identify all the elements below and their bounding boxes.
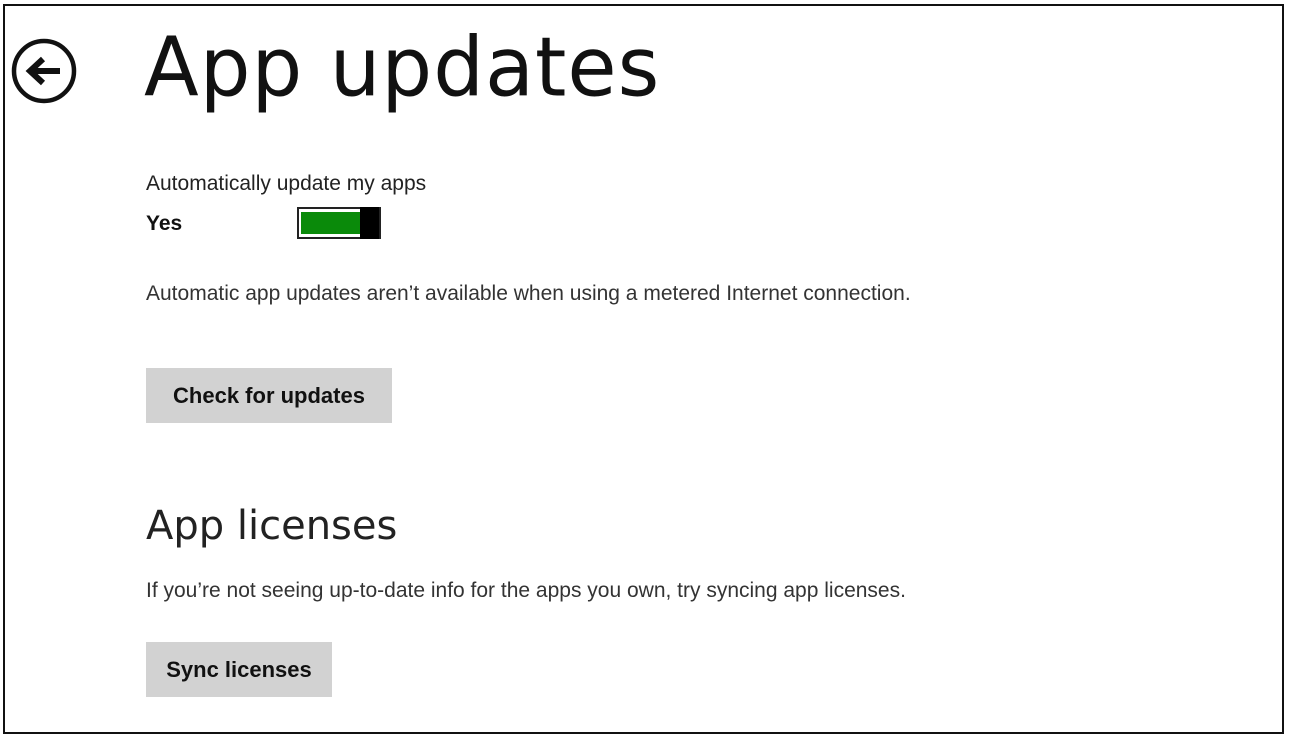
toggle-knob[interactable] — [360, 207, 379, 239]
app-licenses-heading: App licenses — [146, 503, 398, 549]
metered-connection-note: Automatic app updates aren’t available w… — [146, 282, 911, 305]
auto-update-toggle[interactable] — [297, 207, 381, 239]
back-button[interactable] — [10, 37, 78, 105]
app-licenses-description: If you’re not seeing up-to-date info for… — [146, 579, 906, 602]
check-for-updates-button[interactable]: Check for updates — [146, 368, 392, 423]
auto-update-label: Automatically update my apps — [146, 172, 427, 195]
auto-update-state-label: Yes — [146, 212, 183, 235]
sync-licenses-button[interactable]: Sync licenses — [146, 642, 332, 697]
toggle-fill — [301, 212, 360, 234]
page-title: App updates — [144, 20, 661, 115]
arrow-left-circle-icon — [11, 38, 77, 104]
